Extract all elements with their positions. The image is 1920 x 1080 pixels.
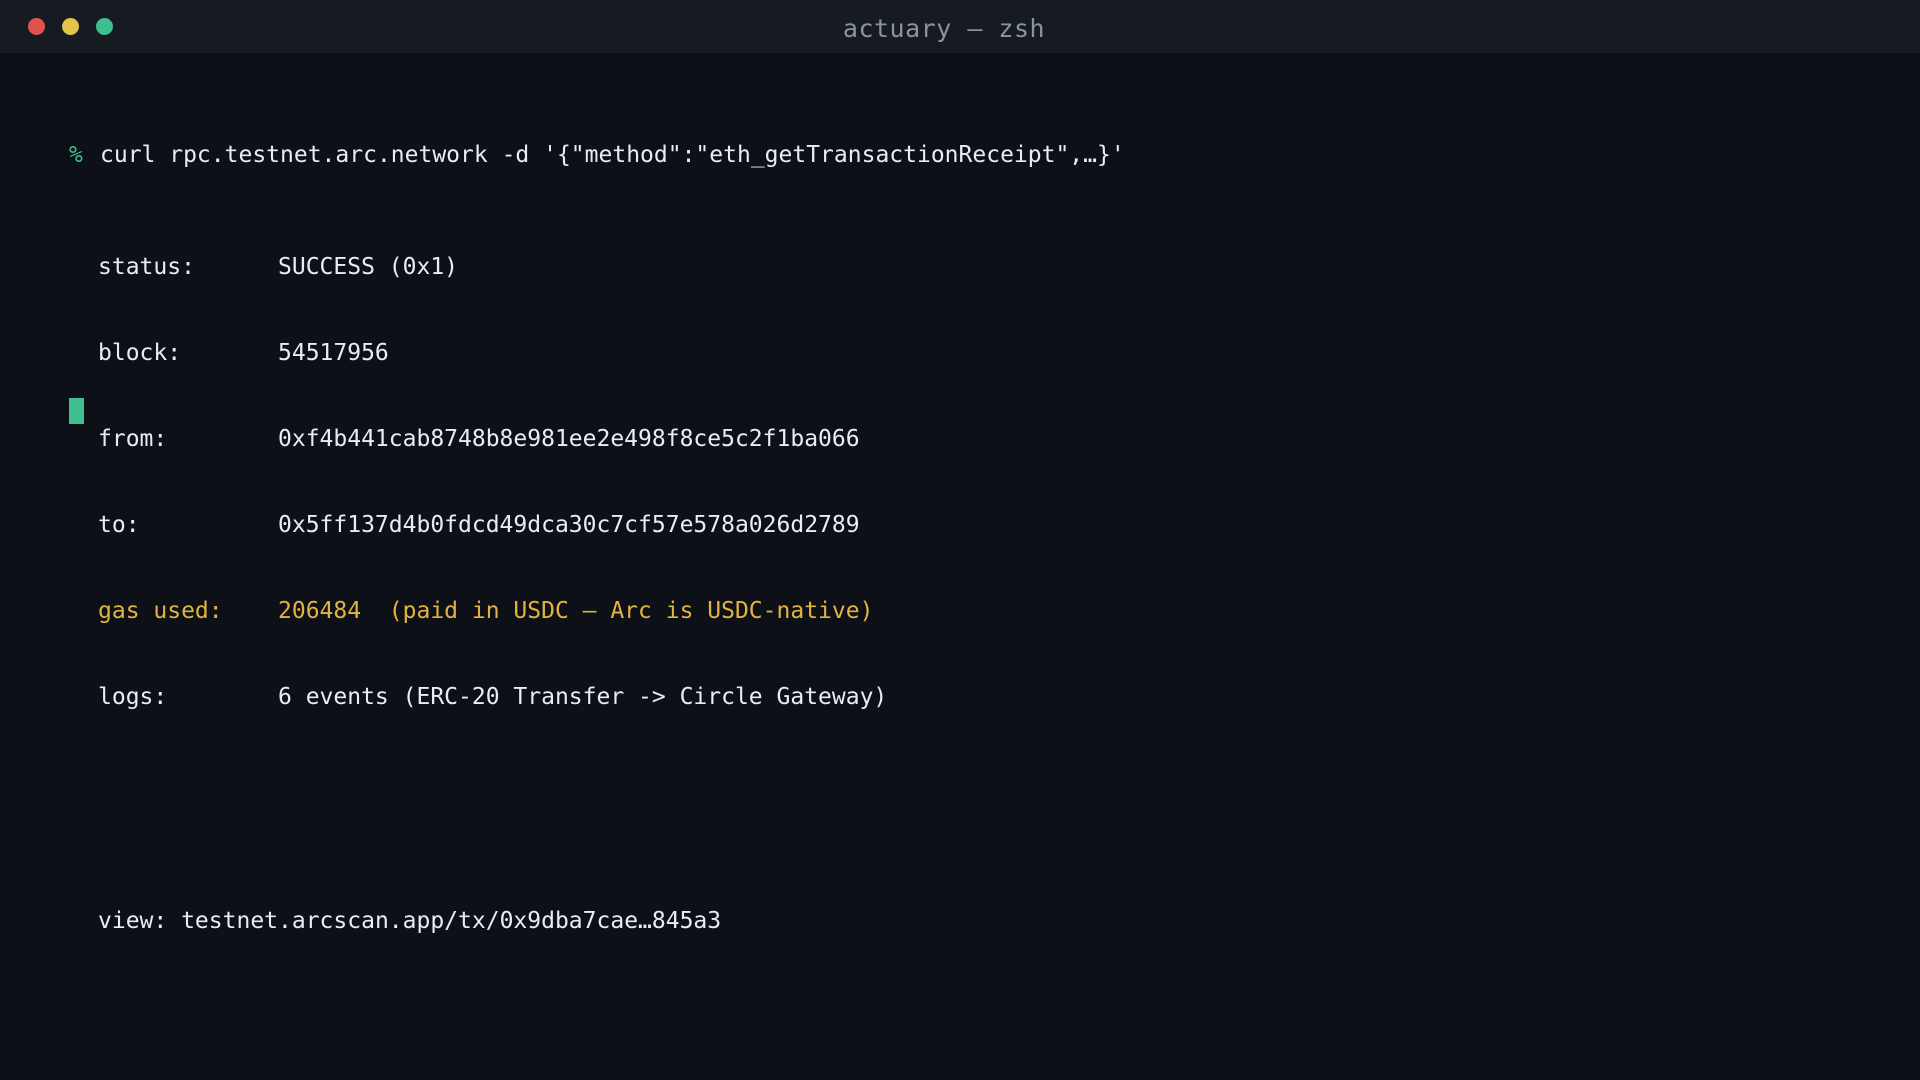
output-value: 54517956: [278, 340, 389, 366]
terminal-output[interactable]: % curl rpc.testnet.arc.network -d '{"meth…: [69, 86, 1125, 1042]
title-bar: actuary — zsh: [0, 0, 1920, 53]
output-key: logs:: [98, 684, 168, 710]
output-key: from:: [98, 426, 168, 452]
text-cursor: [69, 398, 84, 424]
command-line: % curl rpc.testnet.arc.network -d '{"meth…: [69, 138, 1125, 172]
output-key: to:: [98, 512, 140, 538]
output-value: SUCCESS (0x1): [278, 254, 459, 280]
output-value: 0xf4b441cab8748b8e981ee2e498f8ce5c2f1ba0…: [278, 426, 860, 452]
output-row-gas-used: gas used: 206484 (paid in USDC — Arc is U…: [69, 594, 1125, 628]
output-value: 6 events (ERC-20 Transfer -> Circle Gate…: [278, 684, 888, 710]
window-title: actuary — zsh: [842, 14, 1046, 43]
view-link-line: view: testnet.arcscan.app/tx/0x9dba7cae……: [69, 904, 1125, 938]
command-text: curl rpc.testnet.arc.network -d '{"metho…: [100, 142, 1125, 168]
output-row-status: status: SUCCESS (0x1): [69, 250, 1125, 284]
prompt-symbol: %: [69, 142, 83, 168]
output-key: gas used:: [98, 598, 223, 624]
output-value: 206484 (paid in USDC — Arc is USDC-nativ…: [278, 598, 874, 624]
output-row-from: from: 0xf4b441cab8748b8e981ee2e498f8ce5c2…: [69, 422, 1125, 456]
output-row-block: block: 54517956: [69, 336, 1125, 370]
terminal-window: actuary — zsh % curl rpc.testnet.arc.netw…: [0, 0, 1920, 1080]
output-row-to: to: 0x5ff137d4b0fdcd49dca30c7cf57e578a026…: [69, 508, 1125, 542]
output-row-logs: logs: 6 events (ERC-20 Transfer -> Circle…: [69, 680, 1125, 714]
output-key: status:: [98, 254, 195, 280]
output-value: 0x5ff137d4b0fdcd49dca30c7cf57e578a026d27…: [278, 512, 860, 538]
view-link-text: view: testnet.arcscan.app/tx/0x9dba7cae……: [98, 908, 722, 934]
output-key: block:: [98, 340, 182, 366]
